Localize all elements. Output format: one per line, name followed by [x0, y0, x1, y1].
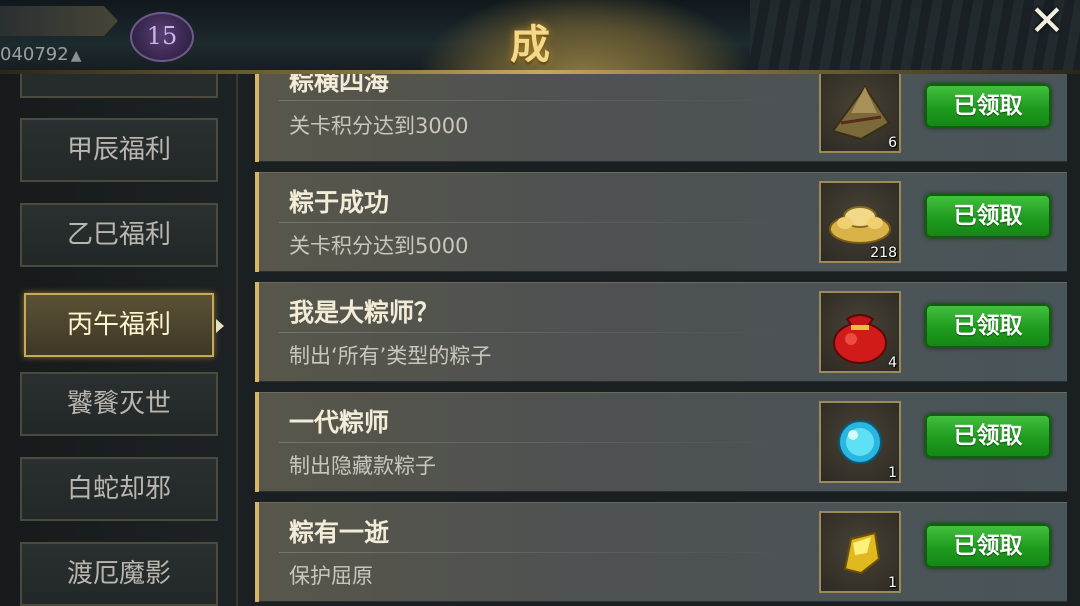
item-count: 1 — [888, 465, 897, 481]
card-divider — [279, 222, 799, 223]
zongzi-icon[interactable]: 6 — [819, 74, 901, 153]
player-uid: 040792 ▲ — [0, 44, 82, 65]
sidebar-tab-label: 饕餮灭世 — [66, 389, 171, 419]
page-title: 成 就 — [510, 21, 580, 68]
active-tab-arrow-icon — [216, 319, 224, 333]
sidebar-tab-baishe[interactable]: 白蛇却邪 — [20, 457, 218, 521]
close-icon[interactable]: ✕ — [1024, 0, 1070, 44]
sidebar-tab-label: 丙午福利 — [66, 310, 171, 340]
achievement-card: 粽有一逝 保护屈原 1 已领取 — [255, 502, 1067, 602]
achievement-list[interactable]: 粽横四海 关卡积分达到3000 6 已领取 粽于成功 关卡积分达到5000 21… — [240, 74, 1080, 606]
android-icon: ▲ — [70, 48, 82, 64]
header-bar: 15 040792▲ 成 就 ✕ — [0, 0, 1080, 74]
sidebar-divider — [236, 74, 238, 606]
achievement-card: 我是大粽师？ 制出‘所有’类型的粽子 4 已领取 — [255, 282, 1067, 382]
card-divider — [279, 552, 799, 553]
achievement-name: 粽有一逝 — [289, 518, 390, 547]
achievement-desc: 保护屈原 — [289, 564, 373, 588]
claimed-button[interactable]: 已领取 — [925, 84, 1051, 128]
achievement-desc: 关卡积分达到5000 — [289, 234, 469, 258]
achievement-desc: 制出隐藏款粽子 — [289, 454, 436, 478]
blue-orb-icon[interactable]: 1 — [819, 401, 901, 483]
sidebar: 甲辰福利 乙巳福利 丙午福利 饕餮灭世 白蛇却邪 渡厄魔影 — [0, 74, 240, 606]
claimed-button[interactable]: 已领取 — [925, 304, 1051, 348]
red-lucky-bag-icon[interactable]: 4 — [819, 291, 901, 373]
sidebar-tab-label: 甲辰福利 — [66, 135, 171, 165]
sidebar-tab-label: 白蛇却邪 — [66, 474, 171, 504]
achievement-name: 一代粽师 — [289, 408, 390, 437]
achievement-desc: 关卡积分达到3000 — [289, 114, 469, 138]
item-count: 1 — [888, 575, 897, 591]
achievement-card: 粽于成功 关卡积分达到5000 218 已领取 — [255, 172, 1067, 272]
item-count: 6 — [888, 135, 897, 151]
sidebar-tab-taotie[interactable]: 饕餮灭世 — [20, 372, 218, 436]
card-divider — [279, 100, 799, 101]
sidebar-tab-due[interactable]: 渡厄魔影 — [20, 542, 218, 606]
card-divider — [279, 332, 799, 333]
gold-ingot-icon[interactable]: 218 — [819, 181, 901, 263]
achievement-card: 一代粽师 制出隐藏款粽子 1 已领取 — [255, 392, 1067, 492]
sidebar-tab-bingwu[interactable]: 丙午福利 — [24, 293, 224, 357]
achievement-desc: 制出‘所有’类型的粽子 — [289, 344, 492, 368]
sidebar-tab-jiachen[interactable]: 甲辰福利 — [20, 118, 218, 182]
gold-crystal-icon[interactable]: 1 — [819, 511, 901, 593]
claimed-button[interactable]: 已领取 — [925, 524, 1051, 568]
achievement-card: 粽横四海 关卡积分达到3000 6 已领取 — [255, 74, 1067, 162]
achievement-name: 我是大粽师？ — [289, 298, 440, 327]
card-divider — [279, 442, 799, 443]
level-badge: 15 — [130, 12, 194, 62]
achievement-name: 粽横四海 — [289, 74, 390, 96]
claimed-button[interactable]: 已领取 — [925, 414, 1051, 458]
item-count: 218 — [870, 245, 897, 261]
uid-text: 040792 — [0, 44, 69, 65]
sidebar-tab-yisi[interactable]: 乙巳福利 — [20, 203, 218, 267]
achievement-name: 粽于成功 — [289, 188, 390, 217]
claimed-button[interactable]: 已领取 — [925, 194, 1051, 238]
sidebar-tab-partial[interactable] — [20, 74, 218, 98]
player-name-tag — [0, 6, 118, 36]
item-count: 4 — [888, 355, 897, 371]
sidebar-tab-label: 乙巳福利 — [66, 220, 171, 250]
sidebar-tab-label: 渡厄魔影 — [66, 559, 171, 589]
level-number: 15 — [146, 22, 178, 50]
